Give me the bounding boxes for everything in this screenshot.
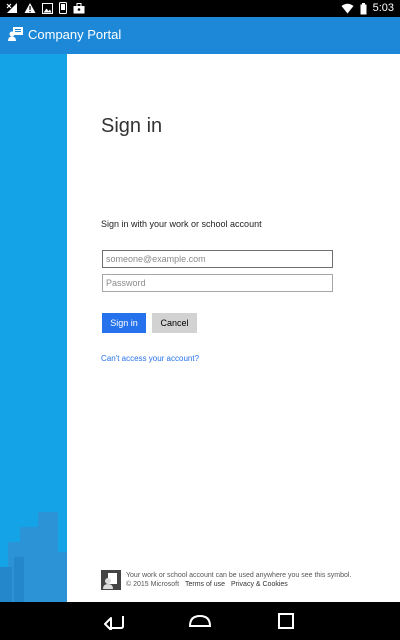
page-title: Sign in [101, 115, 163, 137]
warning-icon [24, 3, 36, 13]
city-skyline-graphic [0, 512, 67, 602]
terms-of-use-link[interactable]: Terms of use [185, 581, 225, 588]
privacy-cookies-link[interactable]: Privacy & Cookies [231, 581, 288, 588]
side-panel [0, 54, 67, 602]
briefcase-icon [73, 2, 85, 13]
back-icon[interactable] [103, 612, 127, 630]
cant-access-account-link[interactable]: Can't access your account? [101, 354, 199, 364]
status-bar: 5:03 [0, 0, 400, 17]
notification-icons [6, 2, 85, 14]
navigation-bar [0, 602, 400, 640]
company-portal-logo-icon [8, 27, 23, 41]
system-icons: 5:03 [341, 2, 394, 15]
phone-icon [59, 2, 67, 14]
footer-links: © 2015 Microsoft Terms of use Privacy & … [126, 580, 288, 589]
clock-time: 5:03 [372, 2, 394, 14]
signin-instruction: Sign in with your work or school account [101, 219, 262, 229]
home-icon[interactable] [188, 612, 212, 630]
password-field[interactable] [102, 274, 333, 292]
wifi-icon [341, 3, 354, 14]
battery-icon [360, 2, 367, 14]
email-field[interactable] [102, 250, 333, 268]
signin-panel: Sign in Sign in with your work or school… [67, 54, 400, 602]
recents-icon[interactable] [276, 612, 296, 630]
signal-x-icon [6, 3, 17, 13]
image-icon [42, 2, 53, 14]
sign-in-button[interactable]: Sign in [102, 313, 146, 333]
app-title: Company Portal [28, 27, 122, 42]
cancel-button[interactable]: Cancel [152, 313, 197, 333]
copyright-text: © 2015 Microsoft [126, 581, 180, 588]
work-account-symbol-icon [101, 570, 121, 590]
footer-info-text: Your work or school account can be used … [126, 572, 352, 579]
app-bar: Company Portal [0, 17, 400, 54]
